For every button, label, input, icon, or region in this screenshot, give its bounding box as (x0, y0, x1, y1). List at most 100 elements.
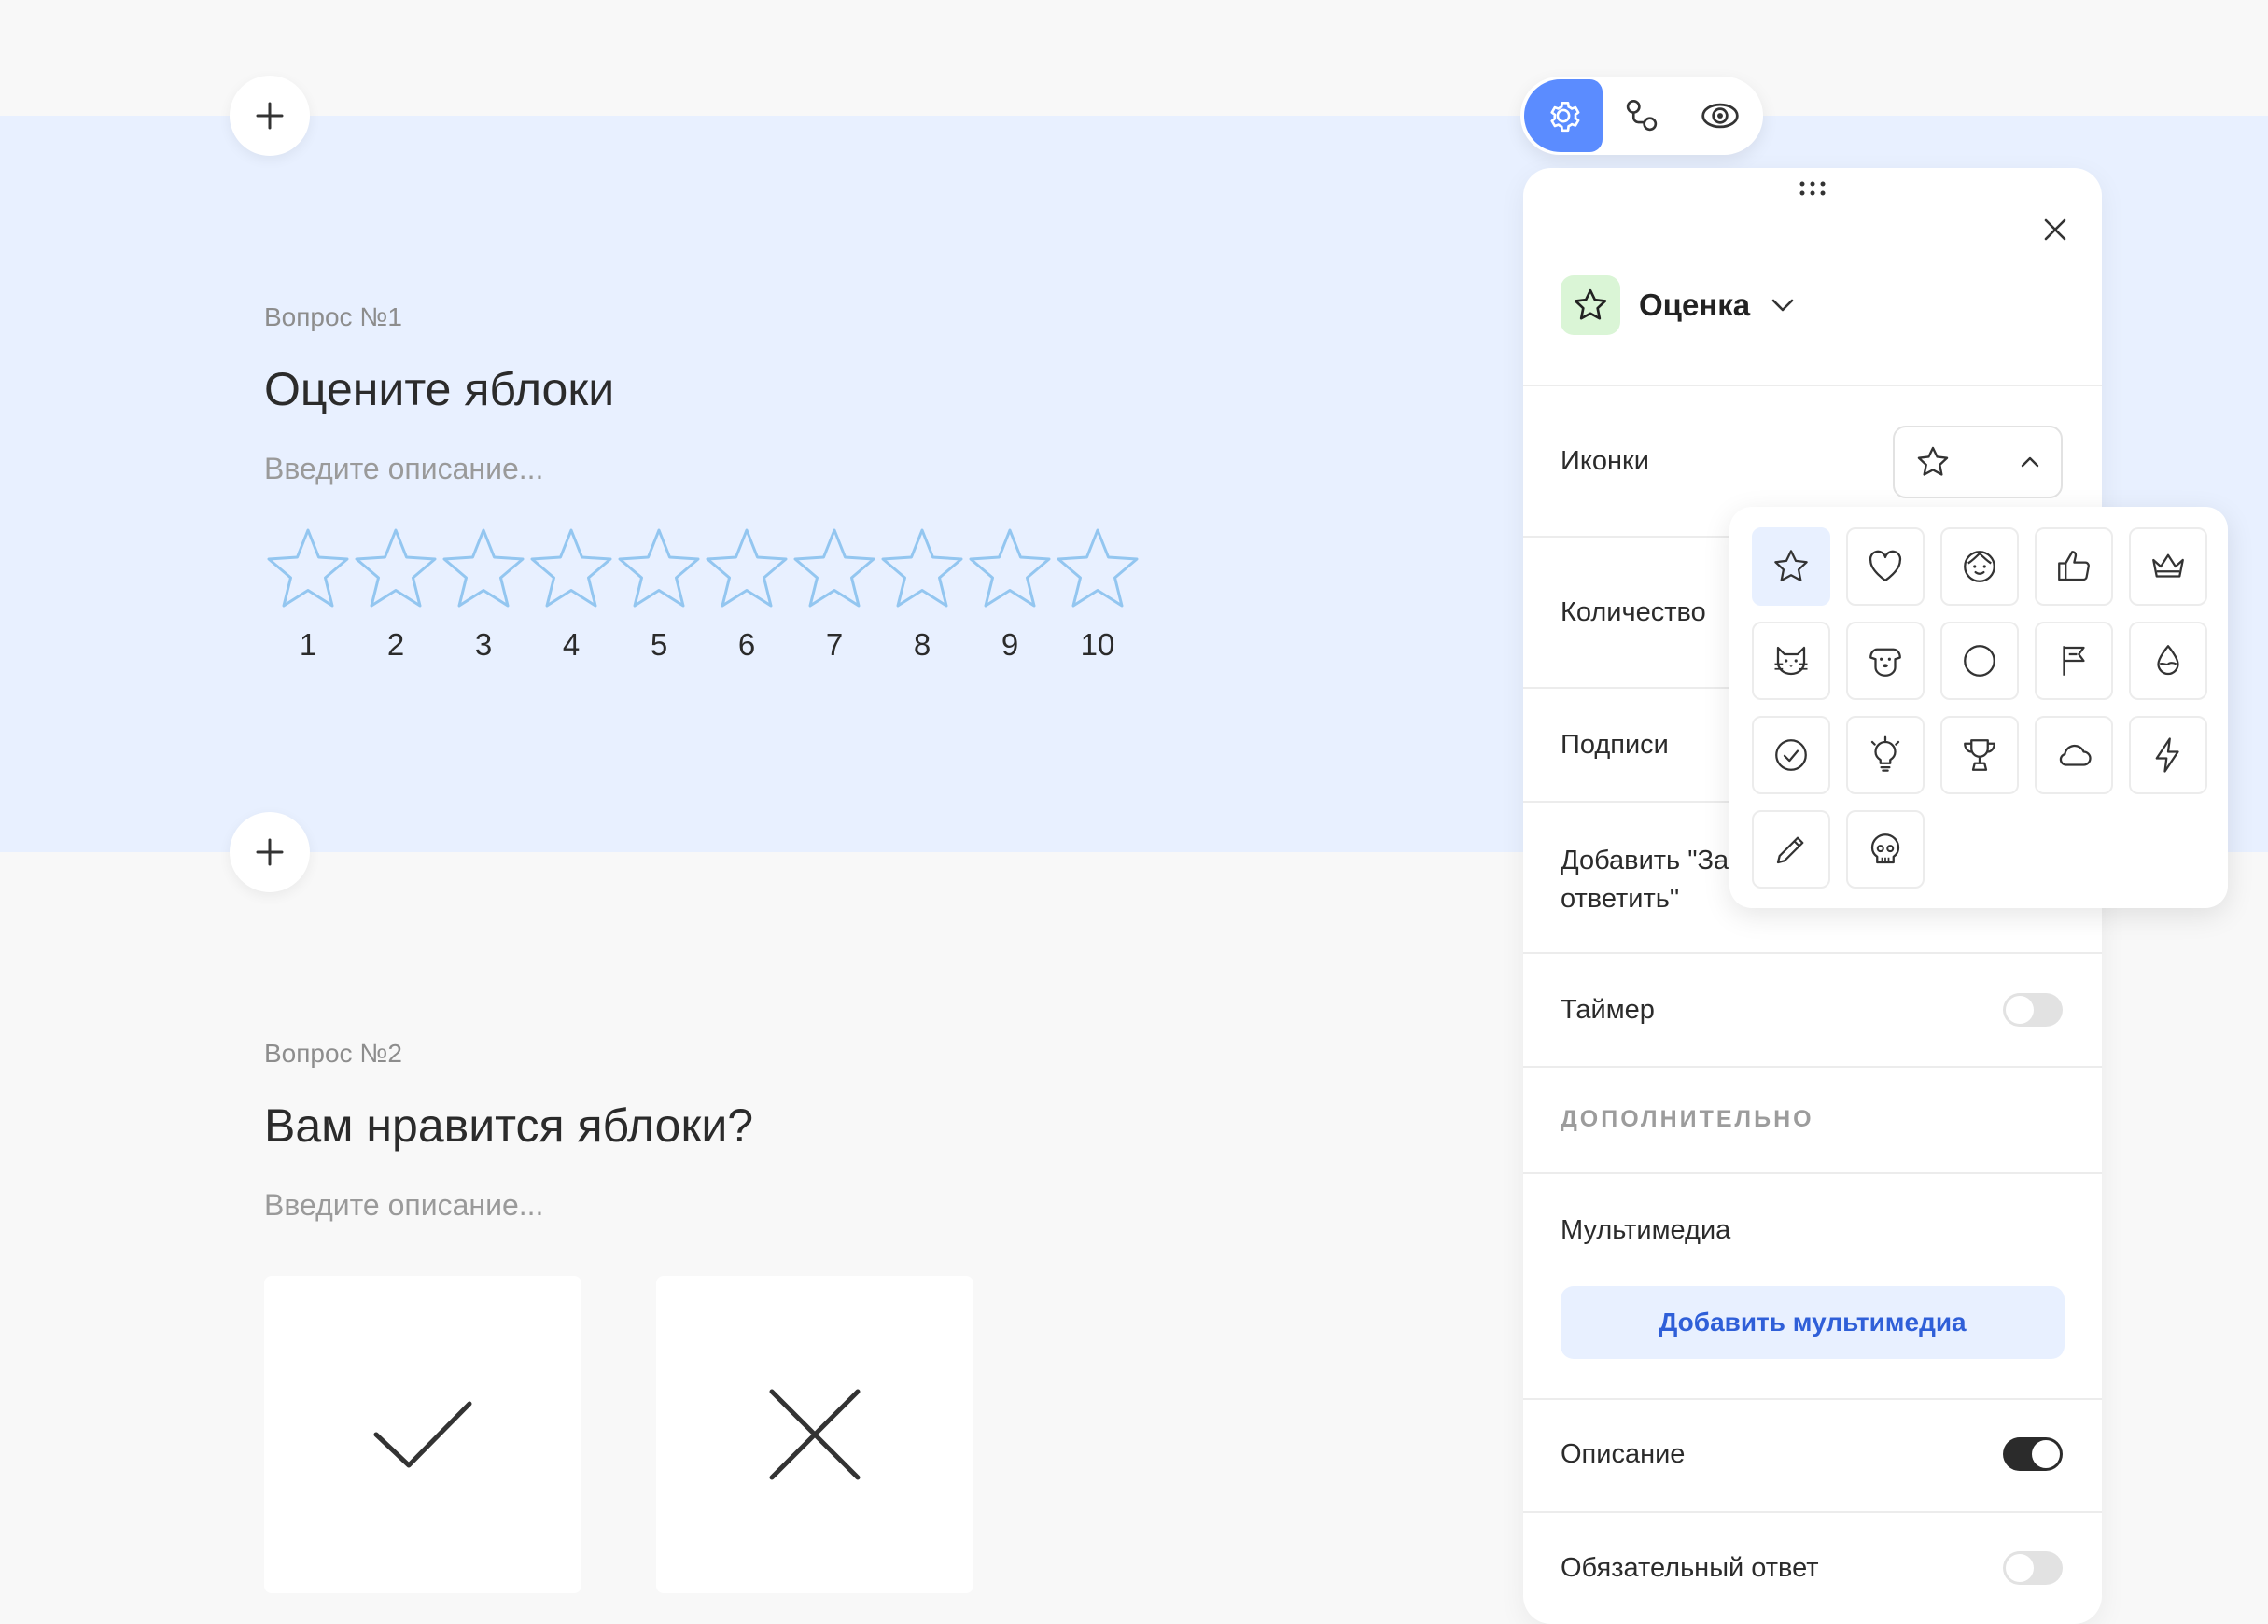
cross-icon (769, 1389, 861, 1480)
icons-label: Иконки (1561, 446, 1649, 476)
type-badge (1561, 275, 1620, 335)
question-description-input[interactable]: Введите описание... (264, 452, 543, 486)
no-option-card[interactable] (656, 1276, 973, 1593)
rating-option[interactable]: 6 (703, 525, 791, 663)
icon-option-lightbulb[interactable] (1846, 716, 1925, 794)
icon-option-dog[interactable] (1846, 622, 1925, 700)
chevron-down-icon (1771, 299, 1794, 312)
close-icon (2044, 218, 2066, 241)
question-type-label: Оценка (1639, 287, 1751, 322)
icon-option-check-circle[interactable] (1752, 716, 1830, 794)
question-title[interactable]: Вам нравится яблоки? (264, 1099, 753, 1153)
star-icon (267, 528, 349, 608)
icon-option-heart[interactable] (1846, 527, 1925, 606)
divider (1523, 1172, 2102, 1174)
star-icon (355, 528, 437, 608)
divider (1523, 952, 2102, 954)
star-icon (1057, 528, 1139, 608)
required-toggle[interactable] (2003, 1551, 2063, 1585)
icon-option-skull[interactable] (1846, 810, 1925, 889)
question-number: Вопрос №1 (264, 302, 402, 331)
star-icon (1574, 288, 1607, 320)
rating-scale: 1 2 3 4 5 6 7 8 9 10 (264, 525, 1141, 663)
logic-tab[interactable] (1603, 79, 1681, 152)
divider (1523, 385, 2102, 386)
star-icon (530, 528, 612, 608)
media-label: Мультимедиа (1561, 1215, 1731, 1245)
icon-option-pencil[interactable] (1752, 810, 1830, 889)
logic-icon (1626, 99, 1658, 132)
description-toggle[interactable] (2003, 1437, 2063, 1471)
rating-option[interactable]: 1 (264, 525, 352, 663)
rating-option[interactable]: 8 (878, 525, 966, 663)
lightbulb-icon (1870, 735, 1900, 772)
pencil-icon (1776, 836, 1804, 864)
icon-option-star[interactable] (1752, 527, 1830, 606)
timer-toggle[interactable] (2003, 993, 2063, 1027)
rating-option[interactable]: 3 (440, 525, 527, 663)
icon-dropdown[interactable] (1893, 426, 2063, 498)
skull-icon (1870, 833, 1900, 864)
question-title[interactable]: Оцените яблоки (264, 362, 614, 416)
rating-option[interactable]: 2 (352, 525, 440, 663)
trophy-icon (1964, 739, 1995, 771)
settings-tab[interactable] (1524, 79, 1603, 152)
skip-option-label: Добавить "За ответить" (1561, 846, 1729, 914)
crown-icon (2152, 553, 2184, 578)
icon-option-trophy[interactable] (1940, 716, 2019, 794)
rating-label: 8 (913, 627, 931, 662)
circle-icon (1964, 645, 1995, 677)
heart-icon (1869, 550, 1902, 582)
count-label: Количество (1561, 597, 1706, 627)
icon-option-cloud[interactable] (2035, 716, 2113, 794)
rating-option[interactable]: 4 (527, 525, 615, 663)
star-icon (1774, 550, 1808, 582)
divider (1523, 1398, 2102, 1400)
add-media-button[interactable]: Добавить мультимедиа (1561, 1286, 2065, 1359)
add-question-button[interactable] (230, 812, 310, 892)
icon-option-crown[interactable] (2129, 527, 2207, 606)
eye-icon (1701, 103, 1739, 129)
rating-label: 2 (386, 627, 405, 662)
icon-option-flag[interactable] (2035, 622, 2113, 700)
icon-option-cat[interactable] (1752, 622, 1830, 700)
question-description-input[interactable]: Введите описание... (264, 1188, 543, 1223)
cloud-icon (2059, 744, 2092, 766)
rating-label: 1 (299, 627, 317, 662)
icon-option-smile[interactable] (1940, 527, 2019, 606)
rating-option[interactable]: 7 (791, 525, 878, 663)
icon-option-drop[interactable] (2129, 622, 2207, 700)
star-icon (881, 528, 963, 608)
icon-option-thumbs-up[interactable] (2035, 527, 2113, 606)
drag-handle-icon[interactable] (1798, 179, 1827, 198)
yes-option-card[interactable] (264, 1276, 581, 1593)
question-type-select[interactable]: Оценка (1561, 275, 1795, 335)
description-label: Описание (1561, 1439, 1686, 1469)
rating-label: 10 (1080, 627, 1115, 662)
rating-label: 3 (474, 627, 493, 662)
rating-label: 7 (825, 627, 844, 662)
icon-option-circle[interactable] (1940, 622, 2019, 700)
plus-icon (256, 838, 284, 866)
rating-option[interactable]: 10 (1054, 525, 1141, 663)
rating-label: 5 (650, 627, 668, 662)
star-icon (969, 528, 1051, 608)
preview-tab[interactable] (1681, 79, 1759, 152)
rating-option[interactable]: 9 (966, 525, 1054, 663)
flag-icon (2063, 646, 2085, 676)
chevron-up-icon (2021, 456, 2039, 468)
close-button[interactable] (2031, 205, 2079, 254)
timer-label: Таймер (1561, 995, 1655, 1025)
question-number: Вопрос №2 (264, 1039, 402, 1068)
smile-icon (1964, 551, 1995, 582)
icon-option-lightning[interactable] (2129, 716, 2207, 794)
drop-icon (2157, 645, 2179, 676)
star-icon (706, 528, 788, 608)
icon-picker-popup (1729, 507, 2228, 908)
rating-label: 9 (1001, 627, 1019, 662)
add-question-button[interactable] (230, 76, 310, 156)
rating-option[interactable]: 5 (615, 525, 703, 663)
star-icon (618, 528, 700, 608)
star-icon (1917, 446, 1949, 476)
gear-icon (1550, 102, 1580, 133)
